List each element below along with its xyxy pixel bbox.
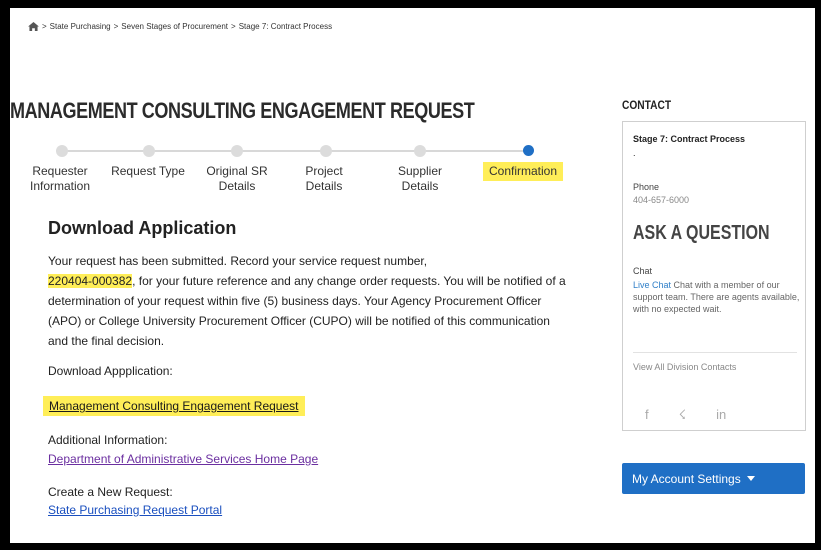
twitter-icon[interactable]: ☇ [679,407,686,423]
step-label-requester: Requester Information [30,164,91,193]
caret-down-icon [746,476,755,481]
page-title: MANAGEMENT CONSULTING ENGAGEMENT REQUEST [10,98,475,123]
view-all-contacts-link[interactable]: View All Division Contacts [633,362,736,372]
my-account-settings-button[interactable]: My Account Settings [622,463,805,494]
section-title: Download Application [48,218,237,238]
page-frame: > State Purchasing > Seven Stages of Pro… [10,8,815,543]
contact-stage: Stage 7: Contract Process [633,134,746,144]
phone-label: Phone [633,182,660,192]
additional-info-label: Additional Information: [48,433,168,447]
contact-stage-sub: . [633,148,636,158]
breadcrumb: > State Purchasing > Seven Stages of Pro… [28,22,332,31]
contact-card: Stage 7: Contract Process . Phone 404-65… [622,121,806,431]
step-dot-request-type [143,145,155,157]
breadcrumb-separator: > [113,22,119,31]
step-label-request-type: Request Type [111,164,185,178]
breadcrumb-seven-stages[interactable]: Seven Stages of Procurement [121,22,228,31]
home-icon[interactable] [28,22,39,31]
step-label-confirmation: Confirmation [483,162,564,181]
step-dot-project [320,145,332,157]
step-dot-supplier [414,145,426,157]
request-number: 220404-000382 [48,274,133,288]
step-label-supplier: Supplier Details [397,164,443,193]
facebook-icon[interactable]: f [645,407,649,423]
step-dot-confirmation [523,145,534,156]
divider [633,352,797,353]
download-application-link[interactable]: Management Consulting Engagement Request [43,396,305,416]
step-label-project: Project Details [305,164,343,193]
breadcrumb-separator: > [231,22,236,31]
breadcrumb-current: Stage 7: Contract Process [238,22,333,31]
live-chat-link[interactable]: Live Chat [633,280,671,290]
chat-description: Live Chat Chat with a member of our supp… [633,279,801,315]
das-home-page-link[interactable]: Department of Administrative Services Ho… [48,452,318,466]
step-dot-original-sr [231,145,243,157]
account-button-label: My Account Settings [632,471,741,486]
confirmation-message: Your request has been submitted. Record … [48,251,568,351]
linkedin-icon[interactable]: in [716,407,726,423]
breadcrumb-state-purchasing[interactable]: State Purchasing [50,22,111,31]
download-label: Download Appplication: [48,364,173,378]
chat-label: Chat [633,266,653,276]
breadcrumb-separator: > [42,22,47,31]
step-label-original-sr: Original SR Details [206,164,268,193]
create-request-label: Create a New Request: [48,485,173,499]
contact-heading: CONTACT [622,98,672,112]
social-links: f ☇ in [645,407,726,423]
progress-stepper: Requester Information Request Type Origin… [30,143,570,203]
request-portal-link[interactable]: State Purchasing Request Portal [48,503,222,517]
message-part-1: Your request has been submitted. Record … [48,254,428,268]
phone-number[interactable]: 404-657-6000 [633,195,689,205]
step-dot-requester [56,145,68,157]
ask-question-heading: ASK A QUESTION [633,222,770,244]
stepper-track [60,150,530,152]
